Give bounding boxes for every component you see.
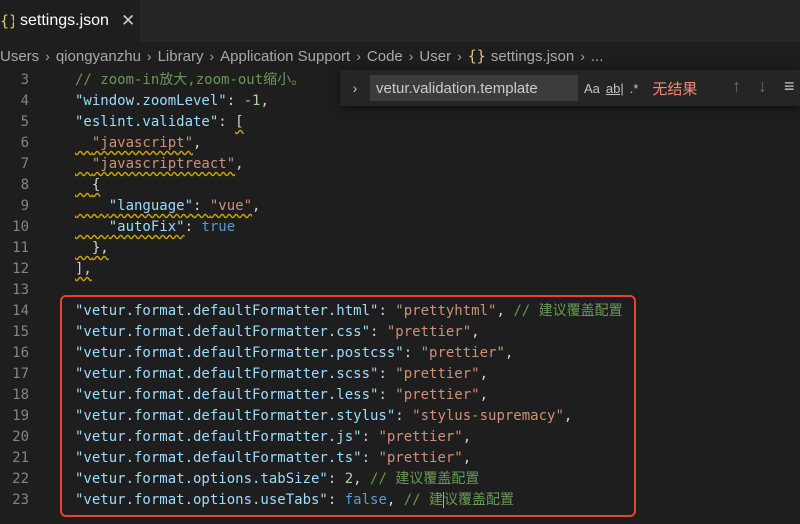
line-number: 19 bbox=[12, 408, 29, 424]
code-line: 6 "javascript", bbox=[0, 133, 800, 154]
code-line: 11 }, bbox=[0, 238, 800, 259]
line-number: 4 bbox=[20, 93, 29, 109]
json-value: "vue" bbox=[209, 198, 253, 214]
line-number: 20 bbox=[12, 429, 29, 445]
line-number: 3 bbox=[20, 72, 29, 88]
breadcrumb-item-users[interactable]: Users bbox=[0, 48, 39, 65]
line-number: 8 bbox=[20, 177, 29, 193]
line-number: 17 bbox=[12, 366, 29, 382]
json-key: "eslint.validate" bbox=[75, 114, 219, 130]
line-number: 15 bbox=[12, 324, 29, 340]
breadcrumb-item-user[interactable]: User bbox=[419, 48, 451, 65]
json-file-icon: {} bbox=[467, 47, 486, 65]
brace: { bbox=[91, 177, 101, 193]
chevron-right-icon: › bbox=[408, 48, 414, 64]
match-case-toggle[interactable]: Aa bbox=[584, 81, 600, 96]
breadcrumb-item-user-home[interactable]: qiongyanzhu bbox=[56, 48, 141, 65]
chevron-right-icon: › bbox=[580, 48, 585, 64]
highlight-annotation-box bbox=[60, 295, 636, 517]
tab-settings-json[interactable]: {} settings.json ✕ bbox=[0, 0, 140, 42]
json-key: "language" bbox=[108, 198, 194, 214]
line-number: 5 bbox=[20, 114, 29, 130]
arrow-down-icon[interactable]: ↓ bbox=[758, 76, 767, 97]
line-number: 13 bbox=[12, 282, 29, 298]
find-input[interactable] bbox=[370, 75, 578, 101]
code-line: 5 "eslint.validate": [ bbox=[0, 112, 800, 133]
json-key: "window.zoomLevel" bbox=[75, 93, 227, 109]
breadcrumb-item-application-support[interactable]: Application Support bbox=[220, 48, 350, 65]
breadcrumb-item-library[interactable]: Library bbox=[158, 48, 204, 65]
breadcrumb-item-settings-json[interactable]: settings.json bbox=[491, 48, 574, 65]
chevron-right-icon: › bbox=[45, 48, 50, 64]
json-value: [ bbox=[235, 114, 244, 130]
chevron-right-icon[interactable]: › bbox=[344, 80, 366, 96]
code-line: 7 "javascriptreact", bbox=[0, 154, 800, 175]
json-value: -1 bbox=[243, 93, 261, 109]
line-number: 6 bbox=[20, 135, 29, 151]
arrow-up-icon[interactable]: ↑ bbox=[732, 76, 741, 97]
json-value: true bbox=[201, 219, 236, 235]
json-value: "javascriptreact" bbox=[91, 156, 236, 172]
breadcrumb-item-more[interactable]: ... bbox=[591, 48, 604, 65]
bracket: ], bbox=[75, 261, 92, 277]
breadcrumb-item-code[interactable]: Code bbox=[367, 48, 403, 65]
chevron-right-icon: › bbox=[209, 48, 215, 64]
code-line: 9 "language": "vue", bbox=[0, 196, 800, 217]
line-number: 11 bbox=[12, 240, 29, 256]
find-widget: › Aa ab| .* 无结果 ↑ ↓ ≡ bbox=[340, 70, 800, 106]
chevron-right-icon: › bbox=[356, 48, 361, 64]
find-result-status: 无结果 bbox=[652, 80, 698, 98]
line-number: 10 bbox=[12, 219, 29, 235]
code-line: 8 { bbox=[0, 175, 800, 196]
line-number: 14 bbox=[12, 303, 29, 319]
json-key: "autoFix" bbox=[108, 219, 185, 235]
chevron-right-icon: › bbox=[146, 48, 152, 64]
tab-label: settings.json bbox=[20, 12, 109, 29]
line-number: 12 bbox=[12, 261, 29, 277]
line-number: 23 bbox=[12, 492, 29, 508]
line-number: 22 bbox=[12, 471, 29, 487]
close-icon[interactable]: ✕ bbox=[121, 11, 135, 31]
json-file-icon: {} bbox=[0, 12, 14, 30]
code-line: 12], bbox=[0, 259, 800, 280]
line-number: 16 bbox=[12, 345, 29, 361]
breadcrumb: Users › qiongyanzhu › Library › Applicat… bbox=[0, 42, 800, 70]
line-number: 21 bbox=[12, 450, 29, 466]
tab-bar: {} settings.json ✕ bbox=[0, 0, 800, 42]
line-number: 18 bbox=[12, 387, 29, 403]
comment: // zoom-in放大,zoom-out缩小。 bbox=[75, 72, 306, 88]
brace: }, bbox=[91, 240, 109, 256]
line-number: 9 bbox=[20, 198, 29, 214]
menu-icon[interactable]: ≡ bbox=[784, 76, 795, 97]
code-line: 10 "autoFix": true bbox=[0, 217, 800, 238]
json-value: "javascript" bbox=[91, 135, 194, 151]
regex-toggle[interactable]: .* bbox=[630, 81, 639, 96]
line-number: 7 bbox=[20, 156, 29, 172]
match-whole-word-toggle[interactable]: ab| bbox=[606, 81, 624, 96]
chevron-right-icon: › bbox=[457, 48, 462, 64]
